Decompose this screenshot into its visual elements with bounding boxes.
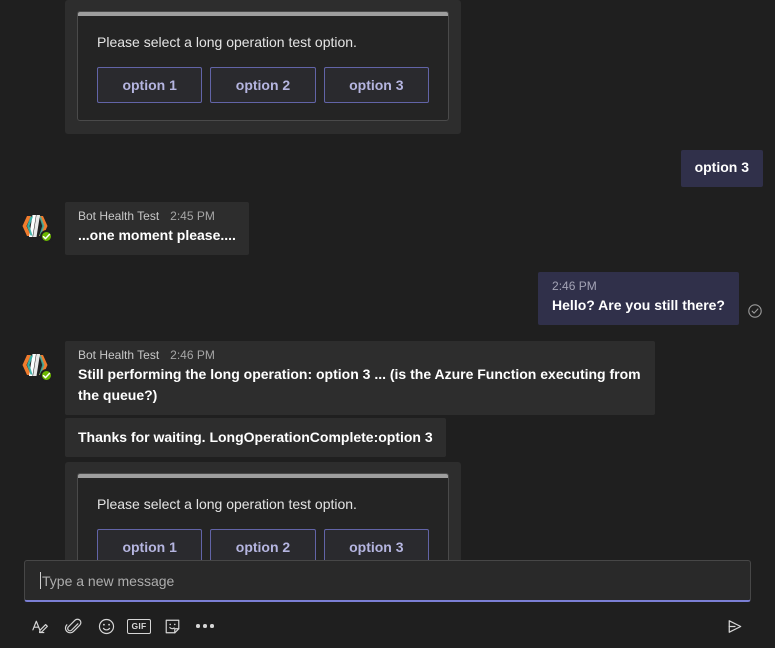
- avatar: [19, 210, 53, 243]
- message-row-card-1: Please select a long operation test opti…: [0, 0, 775, 134]
- message-row-bot-2: Bot Health Test 2:46 PM Still performing…: [0, 341, 775, 560]
- message-row-bot-1: Bot Health Test 2:45 PM ...one moment pl…: [0, 202, 775, 255]
- user-message-text: Hello? Are you still there?: [552, 297, 725, 313]
- bot-message-bubble[interactable]: Bot Health Test 2:45 PM ...one moment pl…: [65, 202, 249, 255]
- card-action-set: option 1 option 2 option 3: [97, 67, 429, 103]
- message-timestamp: 2:45 PM: [170, 209, 215, 223]
- presence-available-icon: [40, 230, 53, 243]
- bot-followup-bubble[interactable]: Thanks for waiting. LongOperationComplet…: [65, 418, 446, 457]
- presence-available-icon: [40, 369, 53, 382]
- read-receipt-icon: [747, 303, 763, 319]
- card-prompt-text: Please select a long operation test opti…: [97, 34, 357, 50]
- more-options-icon[interactable]: [189, 610, 221, 642]
- card-action-option-3[interactable]: option 3: [323, 67, 429, 103]
- card-action-option-2[interactable]: option 2: [210, 529, 316, 560]
- compose-area: Type a new message GIF: [0, 560, 775, 648]
- gif-icon[interactable]: GIF: [123, 610, 155, 642]
- bot-message-text: Still performing the long operation: opt…: [78, 366, 641, 403]
- gif-label: GIF: [127, 618, 151, 634]
- compose-toolbar: GIF: [24, 604, 751, 648]
- card-action-option-1[interactable]: option 1: [97, 67, 203, 103]
- avatar: [19, 349, 53, 382]
- card-body: Please select a long operation test opti…: [78, 16, 448, 120]
- card-action-set: option 1 option 2 option 3: [97, 529, 429, 560]
- card-action-option-3[interactable]: option 3: [323, 529, 429, 560]
- message-list[interactable]: Please select a long operation test opti…: [0, 0, 775, 560]
- ellipsis-glyph: [196, 624, 214, 628]
- emoji-icon[interactable]: [90, 610, 122, 642]
- message-input[interactable]: Type a new message: [24, 560, 751, 602]
- message-meta: 2:46 PM: [552, 279, 725, 293]
- message-row-user-1: option 3: [0, 150, 775, 187]
- bot-message-text: ...one moment please....: [78, 227, 236, 243]
- message-meta: Bot Health Test 2:45 PM: [78, 209, 236, 223]
- user-message-bubble[interactable]: option 3: [680, 150, 763, 187]
- card-action-option-2[interactable]: option 2: [210, 67, 316, 103]
- sticker-icon[interactable]: [156, 610, 188, 642]
- adaptive-card: Please select a long operation test opti…: [65, 462, 461, 560]
- adaptive-card-inner: Please select a long operation test opti…: [77, 473, 449, 560]
- format-icon[interactable]: [24, 610, 56, 642]
- adaptive-card: Please select a long operation test opti…: [65, 0, 461, 134]
- user-message-text: option 3: [694, 159, 749, 175]
- text-caret: [40, 572, 41, 589]
- adaptive-card-inner: Please select a long operation test opti…: [77, 11, 449, 121]
- message-sender: Bot Health Test: [78, 209, 160, 223]
- bot-followup-text: Thanks for waiting. LongOperationComplet…: [78, 429, 433, 445]
- message-timestamp: 2:46 PM: [552, 279, 597, 293]
- message-sender: Bot Health Test: [78, 348, 160, 362]
- message-input-placeholder: Type a new message: [42, 572, 175, 589]
- attach-icon[interactable]: [57, 610, 89, 642]
- message-timestamp: 2:46 PM: [170, 348, 215, 362]
- user-message-bubble[interactable]: 2:46 PM Hello? Are you still there?: [538, 272, 739, 325]
- card-action-option-1[interactable]: option 1: [97, 529, 203, 560]
- message-meta: Bot Health Test 2:46 PM: [78, 348, 642, 362]
- bot-message-bubble[interactable]: Bot Health Test 2:46 PM Still performing…: [65, 341, 655, 415]
- card-prompt-text: Please select a long operation test opti…: [97, 496, 357, 512]
- send-button[interactable]: [718, 610, 750, 642]
- message-row-user-2: 2:46 PM Hello? Are you still there?: [0, 272, 775, 325]
- card-body: Please select a long operation test opti…: [78, 478, 448, 560]
